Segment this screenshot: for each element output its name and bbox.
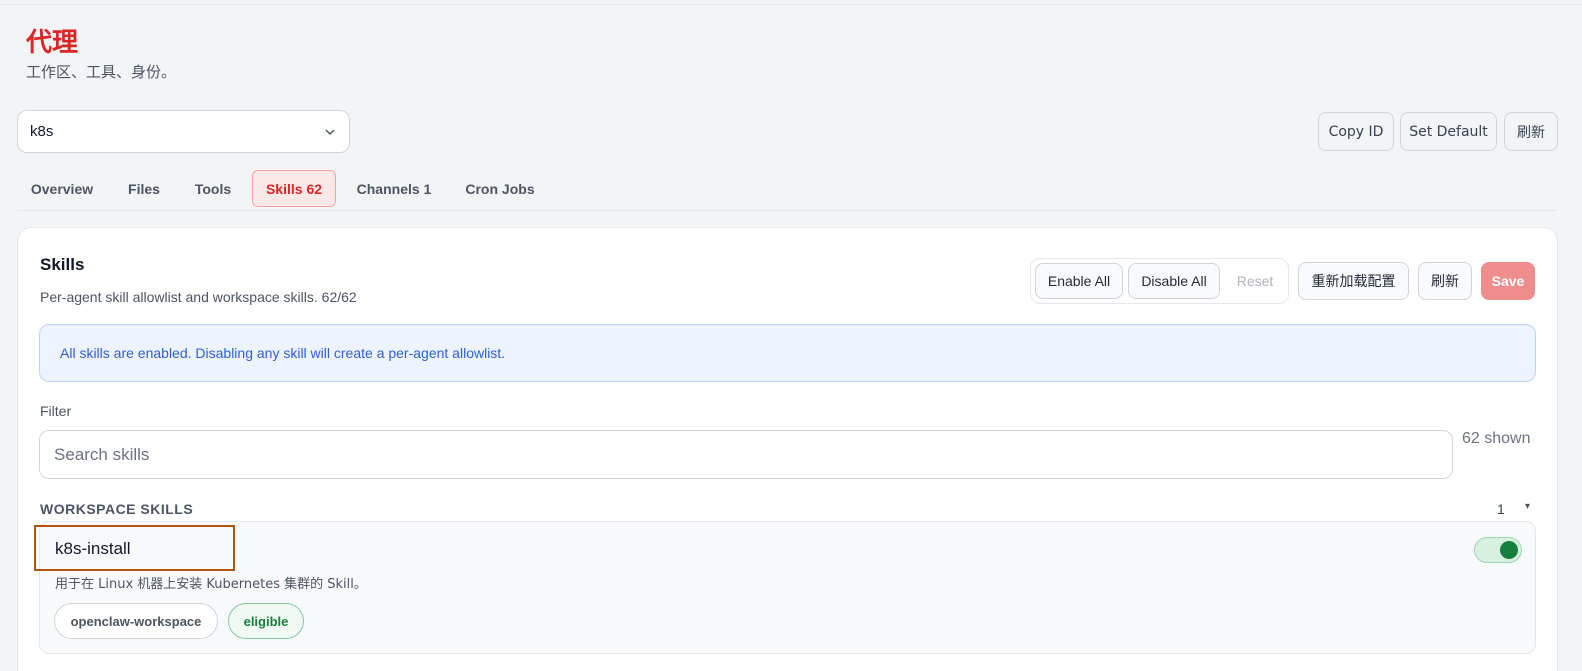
agent-select[interactable]: k8s [17,110,350,153]
agent-select-value: k8s [30,123,54,140]
toggle-knob [1500,541,1518,559]
section-count: 1 [1497,501,1505,517]
skills-refresh-button[interactable]: 刷新 [1418,262,1472,300]
eligible-chip: eligible [228,603,304,639]
top-divider [0,4,1582,5]
tab-files[interactable]: Files [117,170,171,207]
skill-item: k8s-install 用于在 Linux 机器上安装 Kubernetes 集… [34,521,1536,654]
chevron-down-icon [325,128,335,135]
tab-overview[interactable]: Overview [17,170,107,207]
shown-count: 62 shown [1462,430,1531,447]
skills-subtitle: Per-agent skill allowlist and workspace … [40,289,357,305]
skill-toggle[interactable] [1474,537,1522,563]
skill-description: 用于在 Linux 机器上安装 Kubernetes 集群的 Skill。 [55,577,367,592]
skills-title: Skills [40,255,85,274]
search-input[interactable] [39,430,1453,479]
reset-button[interactable]: Reset [1225,263,1285,299]
filter-label: Filter [40,403,72,419]
set-default-button[interactable]: Set Default [1400,112,1497,151]
save-button[interactable]: Save [1481,262,1535,300]
section-label: WORKSPACE SKILLS [40,501,194,517]
bulk-actions-group: Enable All Disable All Reset [1030,258,1289,304]
skills-card: Skills Per-agent skill allowlist and wor… [17,227,1558,671]
page-subtitle: 工作区、工具、身份。 [26,63,177,81]
tag-chip: openclaw-workspace [54,603,218,639]
skill-name: k8s-install [55,539,131,558]
reload-config-button[interactable]: 重新加载配置 [1298,262,1409,300]
tab-channels[interactable]: Channels 1 [347,170,441,207]
info-callout: All skills are enabled. Disabling any sk… [39,324,1536,382]
refresh-button[interactable]: 刷新 [1504,112,1558,151]
copy-id-button[interactable]: Copy ID [1318,112,1394,151]
enable-all-button[interactable]: Enable All [1035,263,1123,299]
collapse-caret-icon[interactable]: ▾ [1525,501,1530,512]
agent-tabs: Overview Files Tools Skills 62 Channels … [17,170,1557,211]
disable-all-button[interactable]: Disable All [1128,263,1220,299]
tab-tools[interactable]: Tools [183,170,243,207]
tab-skills[interactable]: Skills 62 [252,170,336,207]
tab-cron-jobs[interactable]: Cron Jobs [455,170,545,207]
page-title: 代理 [26,28,79,58]
